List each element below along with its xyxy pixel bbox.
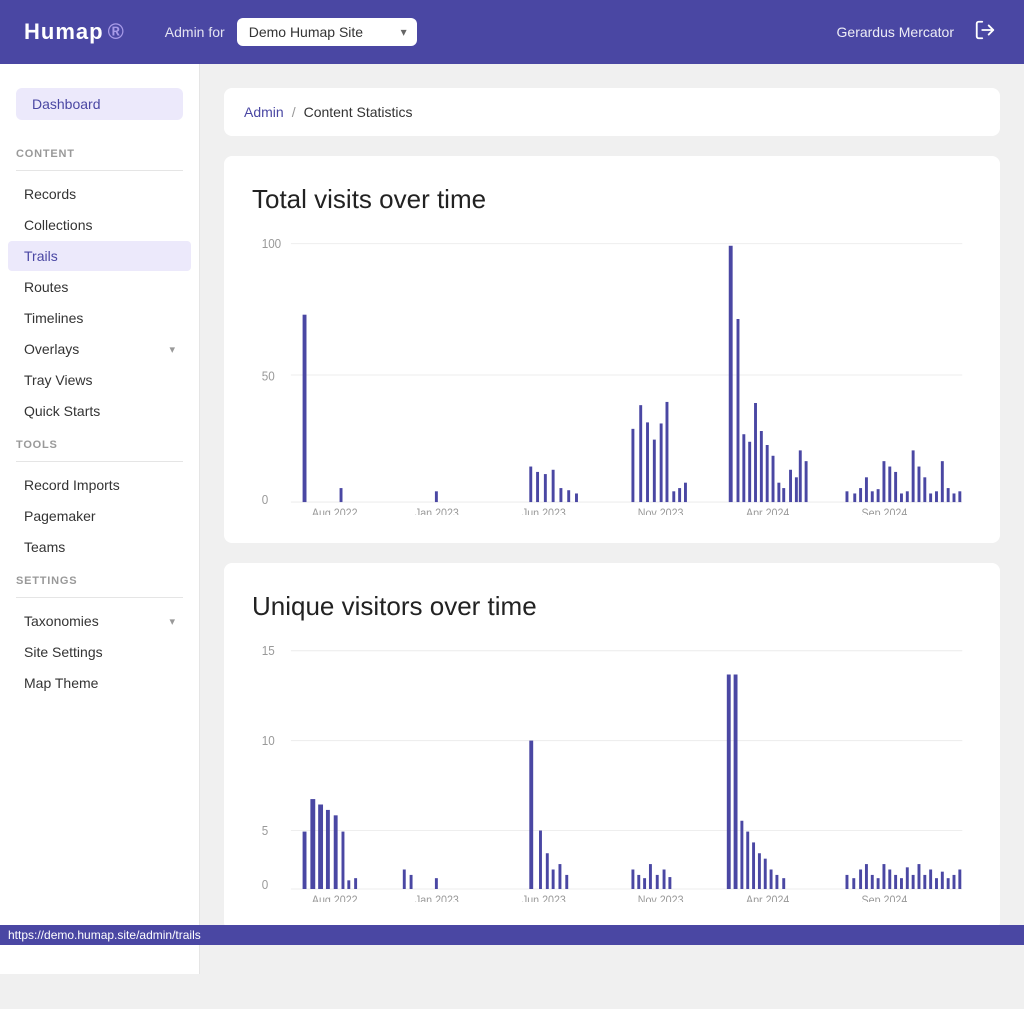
svg-text:Jan 2023: Jan 2023 [415,895,459,902]
tools-section-label: TOOLS [0,427,199,457]
total-visits-svg: 100 50 0 Aug 2022 Jan 2023 Jun 2023 Nov … [252,235,972,515]
svg-text:Apr 2024: Apr 2024 [746,895,789,902]
svg-text:Jan 2023: Jan 2023 [415,508,459,515]
svg-text:Jun 2023: Jun 2023 [522,508,566,515]
header: Humap® Admin for Demo Humap Site ▾ Gerar… [0,0,1024,64]
sidebar-item-label: Collections [24,217,92,233]
logo-text: Humap [24,19,104,45]
total-visits-chart: 100 50 0 Aug 2022 Jan 2023 Jun 2023 Nov … [252,235,972,515]
sidebar-item-teams[interactable]: Teams [8,532,191,562]
sidebar-item-label: Quick Starts [24,403,100,419]
sidebar-item-pagemaker[interactable]: Pagemaker [8,501,191,531]
svg-text:Jun 2023: Jun 2023 [522,895,566,902]
status-bar: https://demo.humap.site/admin/trails [0,925,1024,945]
status-url: https://demo.humap.site/admin/trails [8,928,201,942]
svg-text:10: 10 [262,733,275,748]
admin-for-label: Admin for [165,24,225,40]
svg-text:Nov 2023: Nov 2023 [638,508,684,515]
sidebar-item-label: Site Settings [24,644,103,660]
sidebar-item-label: Teams [24,539,65,555]
sidebar-item-map-theme[interactable]: Map Theme [8,668,191,698]
sidebar-item-timelines[interactable]: Timelines [8,303,191,333]
unique-visitors-chart: 15 10 5 0 Aug 2022 Jan 2023 Jun 2023 Nov… [252,642,972,902]
sidebar-item-label: Record Imports [24,477,120,493]
layout: Dashboard CONTENT Records Collections Tr… [0,64,1024,974]
svg-text:0: 0 [262,877,269,892]
content-section-label: CONTENT [0,136,199,166]
sidebar-item-label: Tray Views [24,372,92,388]
sidebar-item-records[interactable]: Records [8,179,191,209]
total-visits-card: Total visits over time 100 50 0 Aug 2022… [224,156,1000,543]
chevron-down-icon: ▾ [169,343,175,356]
sidebar-item-record-imports[interactable]: Record Imports [8,470,191,500]
unique-visitors-title: Unique visitors over time [252,591,972,622]
unique-visitors-card: Unique visitors over time 15 10 5 0 Aug … [224,563,1000,930]
svg-text:Aug 2022: Aug 2022 [312,895,358,902]
unique-visitors-svg: 15 10 5 0 Aug 2022 Jan 2023 Jun 2023 Nov… [252,642,972,902]
breadcrumb-current: Content Statistics [304,104,413,120]
settings-section-label: SETTINGS [0,563,199,593]
svg-text:0: 0 [262,493,269,508]
sidebar: Dashboard CONTENT Records Collections Tr… [0,64,200,974]
sidebar-item-quick-starts[interactable]: Quick Starts [8,396,191,426]
svg-text:Sep 2024: Sep 2024 [862,508,908,515]
logo: Humap® [24,19,125,45]
svg-text:50: 50 [262,369,275,384]
svg-text:5: 5 [262,823,269,838]
sidebar-item-label: Trails [24,248,58,264]
sidebar-item-taxonomies[interactable]: Taxonomies ▾ [8,606,191,636]
svg-text:Aug 2022: Aug 2022 [312,508,358,515]
total-visits-title: Total visits over time [252,184,972,215]
site-selector[interactable]: Demo Humap Site ▾ [237,18,417,46]
sidebar-item-collections[interactable]: Collections [8,210,191,240]
breadcrumb-bar: Admin / Content Statistics [224,88,1000,136]
sidebar-item-label: Records [24,186,76,202]
sidebar-item-label: Timelines [24,310,83,326]
svg-text:Apr 2024: Apr 2024 [746,508,789,515]
sidebar-item-label: Map Theme [24,675,98,691]
sidebar-item-tray-views[interactable]: Tray Views [8,365,191,395]
dashboard-button[interactable]: Dashboard [16,88,183,120]
settings-divider [16,597,183,598]
sidebar-item-site-settings[interactable]: Site Settings [8,637,191,667]
sidebar-item-overlays[interactable]: Overlays ▾ [8,334,191,364]
logout-button[interactable] [970,15,1000,50]
content-divider [16,170,183,171]
sidebar-item-label: Routes [24,279,68,295]
logo-dot: ® [108,19,125,45]
svg-text:Sep 2024: Sep 2024 [862,895,908,902]
sidebar-item-label: Overlays [24,341,79,357]
main-content: Admin / Content Statistics Total visits … [200,64,1024,974]
sidebar-item-routes[interactable]: Routes [8,272,191,302]
sidebar-item-trails[interactable]: Trails [8,241,191,271]
breadcrumb-admin-link[interactable]: Admin [244,104,284,120]
chevron-down-icon: ▾ [169,615,175,628]
tools-divider [16,461,183,462]
sidebar-item-label: Pagemaker [24,508,96,524]
breadcrumb-separator: / [292,104,296,120]
sidebar-item-label: Taxonomies [24,613,99,629]
site-select[interactable]: Demo Humap Site [237,18,417,46]
user-name: Gerardus Mercator [837,24,954,40]
svg-text:Nov 2023: Nov 2023 [638,895,684,902]
svg-text:15: 15 [262,643,275,658]
dashboard-section: Dashboard [16,88,183,120]
svg-text:100: 100 [262,236,282,251]
